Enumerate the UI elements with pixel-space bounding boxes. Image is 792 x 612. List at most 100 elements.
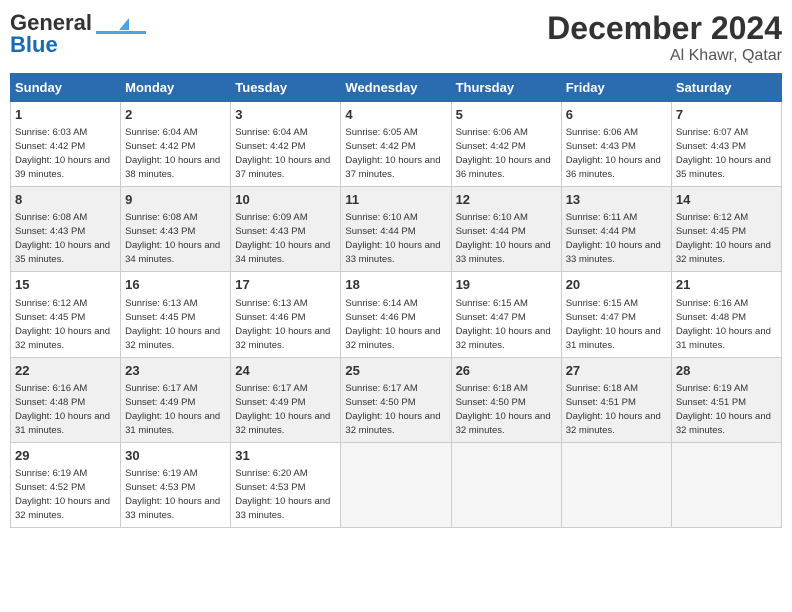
table-row [671, 442, 781, 527]
day-info: Sunrise: 6:15 AMSunset: 4:47 PMDaylight:… [456, 298, 551, 351]
col-thursday: Thursday [451, 74, 561, 102]
day-info: Sunrise: 6:04 AMSunset: 4:42 PMDaylight:… [235, 127, 330, 180]
day-info: Sunrise: 6:17 AMSunset: 4:49 PMDaylight:… [235, 383, 330, 436]
day-number: 26 [456, 362, 557, 380]
table-row: 30 Sunrise: 6:19 AMSunset: 4:53 PMDaylig… [121, 442, 231, 527]
day-number: 5 [456, 106, 557, 124]
day-info: Sunrise: 6:18 AMSunset: 4:50 PMDaylight:… [456, 383, 551, 436]
table-row: 19 Sunrise: 6:15 AMSunset: 4:47 PMDaylig… [451, 272, 561, 357]
table-row: 7 Sunrise: 6:07 AMSunset: 4:43 PMDayligh… [671, 102, 781, 187]
table-row: 28 Sunrise: 6:19 AMSunset: 4:51 PMDaylig… [671, 357, 781, 442]
day-info: Sunrise: 6:04 AMSunset: 4:42 PMDaylight:… [125, 127, 220, 180]
day-number: 27 [566, 362, 667, 380]
day-number: 29 [15, 447, 116, 465]
table-row: 17 Sunrise: 6:13 AMSunset: 4:46 PMDaylig… [231, 272, 341, 357]
table-row: 24 Sunrise: 6:17 AMSunset: 4:49 PMDaylig… [231, 357, 341, 442]
table-row: 26 Sunrise: 6:18 AMSunset: 4:50 PMDaylig… [451, 357, 561, 442]
day-number: 31 [235, 447, 336, 465]
day-number: 2 [125, 106, 226, 124]
table-row: 3 Sunrise: 6:04 AMSunset: 4:42 PMDayligh… [231, 102, 341, 187]
day-info: Sunrise: 6:09 AMSunset: 4:43 PMDaylight:… [235, 212, 330, 265]
calendar-week-row: 29 Sunrise: 6:19 AMSunset: 4:52 PMDaylig… [11, 442, 782, 527]
day-info: Sunrise: 6:03 AMSunset: 4:42 PMDaylight:… [15, 127, 110, 180]
day-number: 10 [235, 191, 336, 209]
table-row: 4 Sunrise: 6:05 AMSunset: 4:42 PMDayligh… [341, 102, 451, 187]
table-row [451, 442, 561, 527]
day-number: 15 [15, 276, 116, 294]
day-number: 11 [345, 191, 446, 209]
month-title: December 2024 [547, 10, 782, 47]
col-wednesday: Wednesday [341, 74, 451, 102]
day-number: 28 [676, 362, 777, 380]
day-number: 20 [566, 276, 667, 294]
day-info: Sunrise: 6:17 AMSunset: 4:49 PMDaylight:… [125, 383, 220, 436]
calendar-week-row: 22 Sunrise: 6:16 AMSunset: 4:48 PMDaylig… [11, 357, 782, 442]
table-row: 11 Sunrise: 6:10 AMSunset: 4:44 PMDaylig… [341, 187, 451, 272]
day-info: Sunrise: 6:16 AMSunset: 4:48 PMDaylight:… [676, 298, 771, 351]
day-number: 30 [125, 447, 226, 465]
day-number: 3 [235, 106, 336, 124]
day-info: Sunrise: 6:10 AMSunset: 4:44 PMDaylight:… [345, 212, 440, 265]
table-row: 20 Sunrise: 6:15 AMSunset: 4:47 PMDaylig… [561, 272, 671, 357]
day-number: 17 [235, 276, 336, 294]
day-number: 1 [15, 106, 116, 124]
location: Al Khawr, Qatar [547, 47, 782, 65]
table-row: 18 Sunrise: 6:14 AMSunset: 4:46 PMDaylig… [341, 272, 451, 357]
table-row: 1 Sunrise: 6:03 AMSunset: 4:42 PMDayligh… [11, 102, 121, 187]
table-row [561, 442, 671, 527]
col-saturday: Saturday [671, 74, 781, 102]
day-number: 25 [345, 362, 446, 380]
day-number: 12 [456, 191, 557, 209]
table-row: 5 Sunrise: 6:06 AMSunset: 4:42 PMDayligh… [451, 102, 561, 187]
day-info: Sunrise: 6:19 AMSunset: 4:53 PMDaylight:… [125, 468, 220, 521]
table-row: 8 Sunrise: 6:08 AMSunset: 4:43 PMDayligh… [11, 187, 121, 272]
calendar-week-row: 15 Sunrise: 6:12 AMSunset: 4:45 PMDaylig… [11, 272, 782, 357]
table-row: 27 Sunrise: 6:18 AMSunset: 4:51 PMDaylig… [561, 357, 671, 442]
day-number: 16 [125, 276, 226, 294]
day-info: Sunrise: 6:14 AMSunset: 4:46 PMDaylight:… [345, 298, 440, 351]
day-number: 9 [125, 191, 226, 209]
day-info: Sunrise: 6:17 AMSunset: 4:50 PMDaylight:… [345, 383, 440, 436]
day-info: Sunrise: 6:13 AMSunset: 4:46 PMDaylight:… [235, 298, 330, 351]
day-info: Sunrise: 6:19 AMSunset: 4:52 PMDaylight:… [15, 468, 110, 521]
title-block: December 2024 Al Khawr, Qatar [547, 10, 782, 65]
calendar-table: Sunday Monday Tuesday Wednesday Thursday… [10, 73, 782, 528]
day-info: Sunrise: 6:12 AMSunset: 4:45 PMDaylight:… [15, 298, 110, 351]
table-row [341, 442, 451, 527]
table-row: 23 Sunrise: 6:17 AMSunset: 4:49 PMDaylig… [121, 357, 231, 442]
day-info: Sunrise: 6:06 AMSunset: 4:42 PMDaylight:… [456, 127, 551, 180]
day-info: Sunrise: 6:19 AMSunset: 4:51 PMDaylight:… [676, 383, 771, 436]
day-number: 13 [566, 191, 667, 209]
day-number: 8 [15, 191, 116, 209]
day-info: Sunrise: 6:08 AMSunset: 4:43 PMDaylight:… [125, 212, 220, 265]
table-row: 2 Sunrise: 6:04 AMSunset: 4:42 PMDayligh… [121, 102, 231, 187]
col-tuesday: Tuesday [231, 74, 341, 102]
day-info: Sunrise: 6:10 AMSunset: 4:44 PMDaylight:… [456, 212, 551, 265]
table-row: 16 Sunrise: 6:13 AMSunset: 4:45 PMDaylig… [121, 272, 231, 357]
col-friday: Friday [561, 74, 671, 102]
day-number: 6 [566, 106, 667, 124]
day-number: 21 [676, 276, 777, 294]
col-sunday: Sunday [11, 74, 121, 102]
table-row: 14 Sunrise: 6:12 AMSunset: 4:45 PMDaylig… [671, 187, 781, 272]
day-info: Sunrise: 6:08 AMSunset: 4:43 PMDaylight:… [15, 212, 110, 265]
calendar-week-row: 8 Sunrise: 6:08 AMSunset: 4:43 PMDayligh… [11, 187, 782, 272]
day-number: 4 [345, 106, 446, 124]
table-row: 12 Sunrise: 6:10 AMSunset: 4:44 PMDaylig… [451, 187, 561, 272]
page-header: General Blue December 2024 Al Khawr, Qat… [10, 10, 782, 65]
table-row: 9 Sunrise: 6:08 AMSunset: 4:43 PMDayligh… [121, 187, 231, 272]
day-number: 7 [676, 106, 777, 124]
table-row: 15 Sunrise: 6:12 AMSunset: 4:45 PMDaylig… [11, 272, 121, 357]
day-info: Sunrise: 6:11 AMSunset: 4:44 PMDaylight:… [566, 212, 661, 265]
table-row: 31 Sunrise: 6:20 AMSunset: 4:53 PMDaylig… [231, 442, 341, 527]
day-number: 14 [676, 191, 777, 209]
day-info: Sunrise: 6:20 AMSunset: 4:53 PMDaylight:… [235, 468, 330, 521]
table-row: 13 Sunrise: 6:11 AMSunset: 4:44 PMDaylig… [561, 187, 671, 272]
calendar-header-row: Sunday Monday Tuesday Wednesday Thursday… [11, 74, 782, 102]
day-info: Sunrise: 6:16 AMSunset: 4:48 PMDaylight:… [15, 383, 110, 436]
col-monday: Monday [121, 74, 231, 102]
day-number: 22 [15, 362, 116, 380]
table-row: 10 Sunrise: 6:09 AMSunset: 4:43 PMDaylig… [231, 187, 341, 272]
table-row: 22 Sunrise: 6:16 AMSunset: 4:48 PMDaylig… [11, 357, 121, 442]
day-info: Sunrise: 6:07 AMSunset: 4:43 PMDaylight:… [676, 127, 771, 180]
